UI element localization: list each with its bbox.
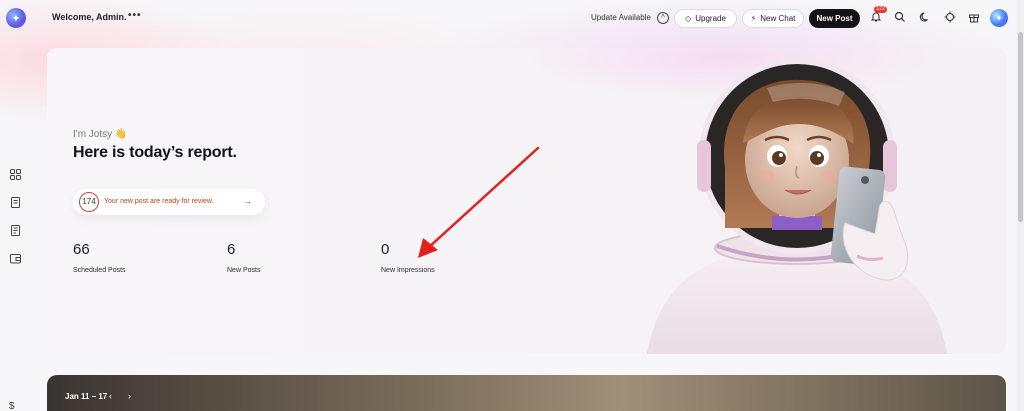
annotation-arrow bbox=[418, 146, 540, 258]
weekly-banner: Jan 11 – 17 ‹ › bbox=[47, 375, 1006, 411]
chevron-left-icon[interactable]: ‹ bbox=[109, 391, 112, 401]
chevron-right-icon[interactable]: › bbox=[128, 391, 131, 401]
scrollbar-thumb[interactable] bbox=[1018, 32, 1023, 222]
date-range-label: Jan 11 – 17 bbox=[65, 392, 108, 401]
